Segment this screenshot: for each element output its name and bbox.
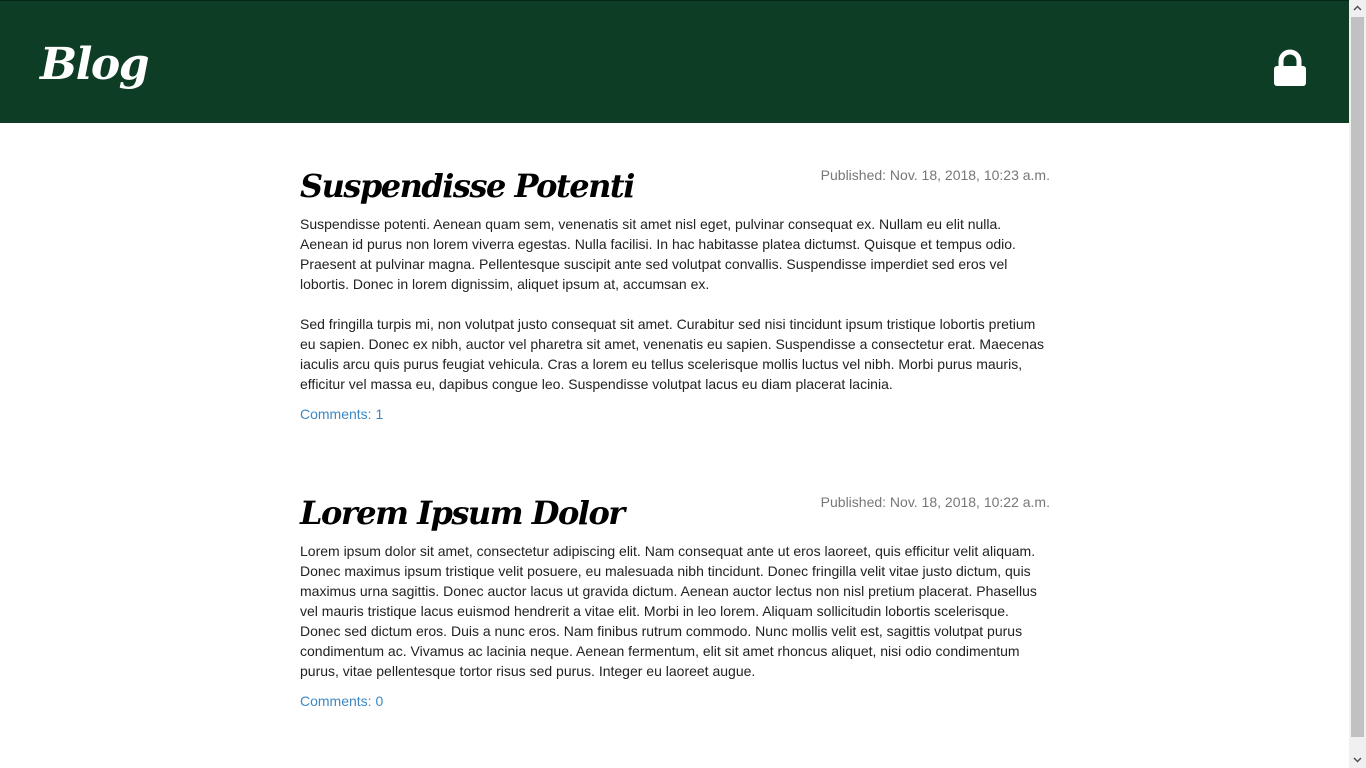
post-published-date: Published: Nov. 18, 2018, 10:23 a.m.: [820, 167, 1050, 183]
post-paragraph: Lorem ipsum dolor sit amet, consectetur …: [300, 543, 1037, 679]
post-paragraph: Sed fringilla turpis mi, non volutpat ju…: [300, 316, 1044, 392]
post-published-date: Published: Nov. 18, 2018, 10:22 a.m.: [820, 494, 1050, 510]
chevron-up-icon: [1353, 5, 1362, 11]
post-paragraph: Suspendisse potenti. Aenean quam sem, ve…: [300, 216, 1016, 292]
site-header: Blog: [0, 0, 1349, 123]
brand-logo-link[interactable]: Blog: [40, 37, 150, 93]
login-button[interactable]: [1270, 47, 1310, 91]
scroll-down-button[interactable]: [1349, 751, 1366, 768]
posts-container: Published: Nov. 18, 2018, 10:23 a.m. Sus…: [300, 124, 1050, 711]
post-title-text[interactable]: Suspendisse Potenti: [300, 167, 635, 205]
comments-link[interactable]: Comments: 1: [300, 404, 383, 424]
lock-icon: [1274, 49, 1306, 86]
scrollbar-thumb[interactable]: [1351, 17, 1364, 737]
comments-link[interactable]: Comments: 0: [300, 691, 383, 711]
blog-post: Published: Nov. 18, 2018, 10:23 a.m. Sus…: [300, 164, 1050, 424]
vertical-scrollbar[interactable]: [1349, 0, 1366, 768]
chevron-down-icon: [1353, 757, 1362, 763]
page: Blog Published: Nov. 18, 2018, 10:23 a.m…: [0, 0, 1349, 768]
post-body: Suspendisse potenti. Aenean quam sem, ve…: [300, 214, 1050, 394]
scroll-up-button[interactable]: [1349, 0, 1366, 17]
post-title-text[interactable]: Lorem Ipsum Dolor: [300, 494, 625, 532]
post-body: Lorem ipsum dolor sit amet, consectetur …: [300, 541, 1050, 681]
blog-post: Published: Nov. 18, 2018, 10:22 a.m. Lor…: [300, 491, 1050, 711]
